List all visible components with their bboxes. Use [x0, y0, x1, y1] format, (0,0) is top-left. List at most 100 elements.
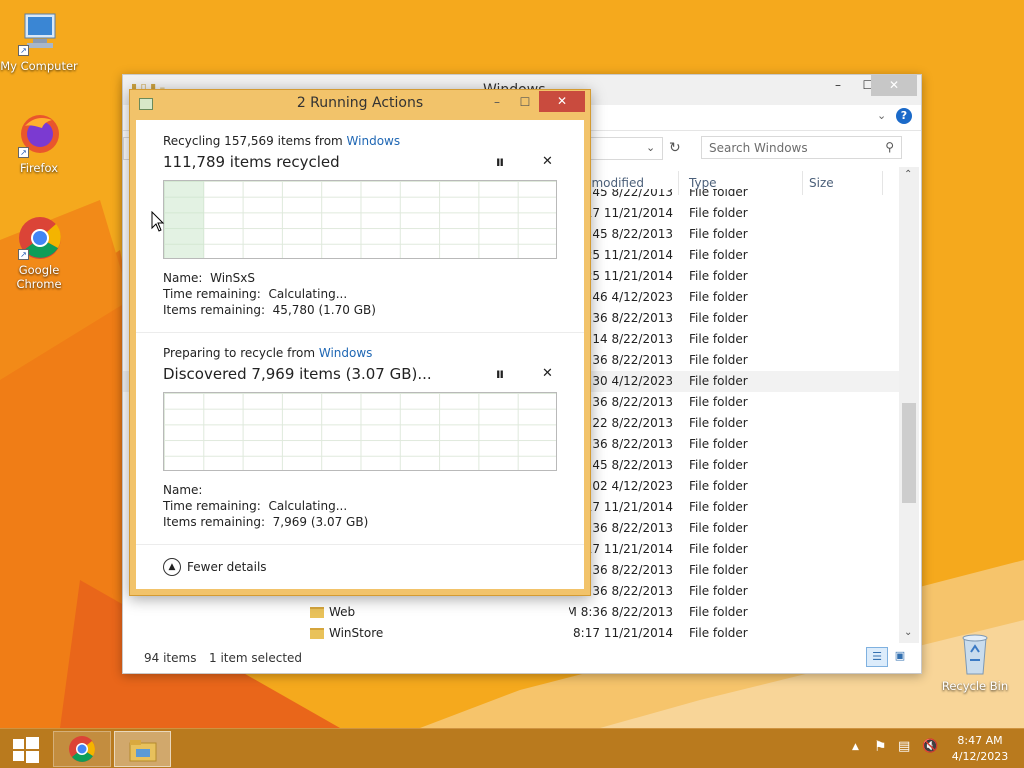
action-center-flag-icon[interactable]: ⚑: [874, 739, 887, 755]
help-icon[interactable]: ?: [896, 108, 912, 124]
time-remaining-value: Calculating...: [268, 499, 348, 513]
details-view-icon[interactable]: ☰: [866, 647, 888, 667]
row-type: File folder: [689, 584, 748, 598]
search-input[interactable]: Search Windows ⚲: [701, 136, 902, 159]
progress-graph: [163, 392, 557, 471]
row-name: WinStore: [329, 626, 384, 640]
chrome-icon: ↗: [16, 214, 62, 260]
start-button[interactable]: [6, 731, 46, 767]
row-date: 11/21/2014 8:17 AM: [569, 626, 673, 640]
search-placeholder: Search Windows: [709, 141, 808, 155]
folder-icon: [310, 628, 324, 639]
taskbar: ▲ ⚑ ▤ 🔇 8:47 AM 4/12/2023: [0, 728, 1024, 768]
progress-fill: [164, 181, 204, 258]
ribbon-expand-icon[interactable]: ⌄: [877, 109, 886, 122]
name-value: WinSxS: [210, 271, 255, 285]
recycle-bin-icon: [952, 630, 998, 676]
cancel-icon[interactable]: ✕: [542, 366, 553, 381]
row-type: File folder: [689, 374, 748, 388]
items-remaining-row: Items remaining: 45,780 (1.70 GB): [163, 303, 376, 317]
source-folder-link[interactable]: Windows: [319, 346, 373, 360]
desktop-icon-label: Firefox: [19, 161, 59, 175]
table-row[interactable]: Web 8/22/2013 8:36 AM File folder: [123, 602, 899, 623]
scroll-down-icon[interactable]: ⌄: [904, 627, 912, 638]
operation-headline: 111,789 items recycled: [163, 153, 340, 171]
dialog-minimize-button[interactable]: –: [484, 92, 510, 113]
row-type: File folder: [689, 290, 748, 304]
vertical-scrollbar[interactable]: ⌃ ⌄: [899, 167, 919, 643]
table-row[interactable]: WinStore 11/21/2014 8:17 AM File folder: [123, 623, 899, 644]
desktop-icon-recycle-bin[interactable]: Recycle Bin: [933, 630, 1017, 693]
scroll-up-icon[interactable]: ⌃: [904, 169, 912, 180]
network-icon[interactable]: ▤: [898, 739, 910, 754]
row-type: File folder: [689, 269, 748, 283]
clock-date: 4/12/2023: [951, 750, 1009, 763]
row-type: File folder: [689, 521, 748, 535]
clock[interactable]: 8:47 AM 4/12/2023: [944, 733, 1016, 765]
row-type: File folder: [689, 479, 748, 493]
address-dropdown-icon[interactable]: ⌄: [646, 141, 655, 154]
desktop-icon-google-chrome[interactable]: ↗ Google Chrome: [0, 214, 81, 291]
desktop-icon-label: My Computer: [0, 59, 78, 73]
row-type: File folder: [689, 353, 748, 367]
minimize-button[interactable]: –: [823, 75, 853, 96]
row-type: File folder: [689, 563, 748, 577]
operation-recycling: Recycling 157,569 items from Windows 111…: [136, 120, 584, 332]
row-type: File folder: [689, 416, 748, 430]
desktop-icon-label: Recycle Bin: [941, 679, 1009, 693]
row-type: File folder: [689, 395, 748, 409]
source-folder-link[interactable]: Windows: [347, 134, 401, 148]
folder-icon: [310, 607, 324, 618]
cancel-icon[interactable]: ✕: [542, 154, 553, 169]
dialog-maximize-button[interactable]: ☐: [512, 92, 538, 113]
name-row: Name:: [163, 483, 203, 497]
folder-icon: [129, 740, 157, 762]
time-remaining-row: Time remaining: Calculating...: [163, 287, 348, 301]
large-icons-view-icon[interactable]: ▣: [890, 647, 910, 667]
row-type: File folder: [689, 332, 748, 346]
time-remaining-row: Time remaining: Calculating...: [163, 499, 348, 513]
row-date: 8/22/2013 8:36 AM: [569, 605, 673, 619]
row-type: File folder: [689, 437, 748, 451]
windows-logo-icon: [13, 737, 39, 763]
dialog-body: Recycling 157,569 items from Windows 111…: [136, 120, 584, 589]
clock-time: 8:47 AM: [957, 734, 1003, 747]
refresh-icon[interactable]: ↻: [669, 140, 681, 156]
taskbar-file-explorer[interactable]: [114, 731, 171, 767]
desktop-icon-my-computer[interactable]: ↗ My Computer: [0, 10, 81, 73]
row-type: File folder: [689, 542, 748, 556]
row-type: File folder: [689, 500, 748, 514]
scroll-thumb[interactable]: [902, 403, 916, 503]
operation-headline: Discovered 7,969 items (3.07 GB)...: [163, 365, 432, 383]
operation-preparing: Preparing to recycle from Windows Discov…: [136, 332, 584, 544]
separator: [136, 544, 584, 545]
row-type: File folder: [689, 248, 748, 262]
row-type: File folder: [689, 458, 748, 472]
volume-muted-icon[interactable]: 🔇: [922, 739, 938, 754]
pause-icon[interactable]: ıı: [496, 367, 504, 382]
operation-source-line: Recycling 157,569 items from Windows: [163, 134, 401, 148]
status-selected: 1 item selected: [209, 651, 303, 665]
row-name: Web: [329, 605, 356, 619]
status-bar: 94 items 1 item selected ☰ ▣: [123, 645, 921, 673]
pause-icon[interactable]: ıı: [496, 155, 504, 170]
search-icon: ⚲: [885, 140, 894, 154]
desktop-icon-firefox[interactable]: ↗ Firefox: [0, 112, 81, 175]
dialog-close-button[interactable]: ✕: [539, 91, 585, 112]
row-type: File folder: [689, 605, 748, 619]
close-button[interactable]: ✕: [871, 75, 917, 96]
items-remaining-value: 45,780 (1.70 GB): [272, 303, 376, 317]
computer-icon: ↗: [16, 10, 62, 56]
status-item-count: 94 items: [144, 651, 197, 665]
mouse-cursor-icon: [151, 211, 165, 232]
firefox-icon: ↗: [16, 112, 62, 158]
time-remaining-value: Calculating...: [268, 287, 348, 301]
taskbar-chrome[interactable]: [53, 731, 111, 767]
fewer-details-label: Fewer details: [187, 560, 267, 574]
items-remaining-value: 7,969 (3.07 GB): [272, 515, 369, 529]
row-type: File folder: [689, 206, 748, 220]
show-hidden-icons[interactable]: ▲: [852, 742, 859, 752]
running-actions-dialog: 2 Running Actions – ☐ ✕ Recycling 157,56…: [129, 89, 591, 596]
name-row: Name: WinSxS: [163, 271, 255, 285]
row-type: File folder: [689, 311, 748, 325]
